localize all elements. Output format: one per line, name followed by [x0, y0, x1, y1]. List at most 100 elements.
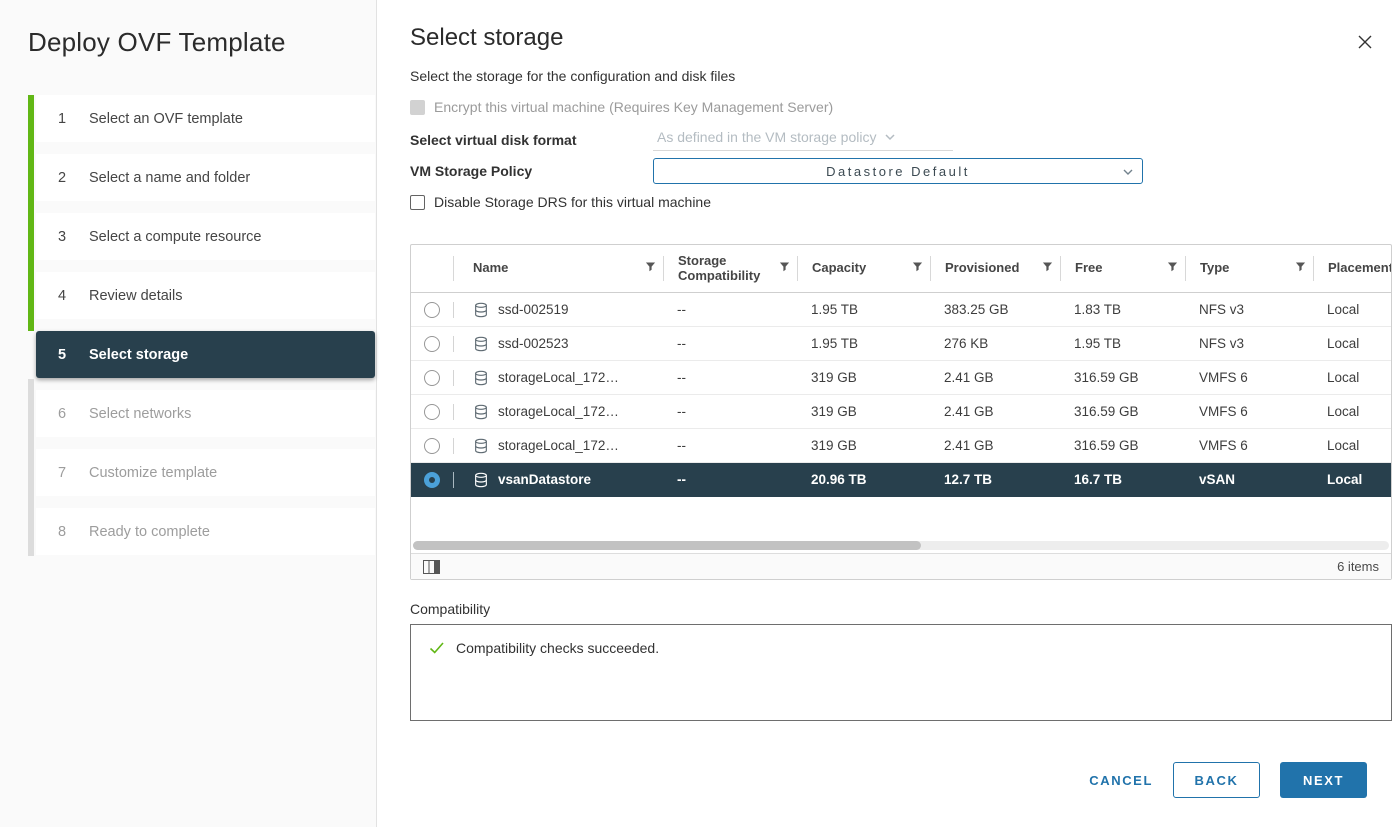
column-header-storage-compatibility[interactable]: Storage Compatibility	[664, 245, 798, 292]
cell-free: 1.95 TB	[1060, 336, 1185, 351]
table-header: Name Storage Compatibility Capacity	[411, 245, 1391, 293]
disk-format-select: As defined in the VM storage policy	[653, 128, 953, 151]
cell-capacity: 1.95 TB	[797, 302, 930, 317]
wizard-step-5-active[interactable]: 5 Select storage	[36, 331, 375, 378]
cell-storage-compatibility: --	[663, 370, 797, 385]
cell-provisioned: 2.41 GB	[930, 438, 1060, 453]
cell-placement: Local	[1313, 370, 1391, 385]
disable-drs-label: Disable Storage DRS for this virtual mac…	[434, 194, 711, 210]
cell-capacity: 1.95 TB	[797, 336, 930, 351]
datastore-radio[interactable]	[424, 404, 440, 420]
cell-capacity: 319 GB	[797, 438, 930, 453]
step-label: Select networks	[89, 406, 191, 422]
datastore-name: storageLocal_172…	[498, 438, 619, 453]
wizard-step-8: 8 Ready to complete	[36, 508, 375, 555]
scrollbar-track[interactable]	[413, 541, 1389, 550]
table-row[interactable]: storageLocal_172… -- 319 GB 2.41 GB 316.…	[411, 361, 1391, 395]
datastore-radio-selected[interactable]	[424, 472, 440, 488]
success-check-icon	[428, 639, 446, 657]
storage-policy-value: Datastore Default	[654, 164, 1142, 179]
datastore-icon	[473, 336, 489, 352]
wizard-step-2[interactable]: 2 Select a name and folder	[36, 154, 375, 201]
datastore-radio[interactable]	[424, 336, 440, 352]
filter-icon[interactable]	[1167, 261, 1178, 276]
cell-type: NFS v3	[1185, 336, 1313, 351]
scrollbar-thumb[interactable]	[413, 541, 921, 550]
datastore-icon	[473, 438, 489, 454]
table-row[interactable]: storageLocal_172… -- 319 GB 2.41 GB 316.…	[411, 429, 1391, 463]
horizontal-scrollbar[interactable]	[411, 538, 1391, 553]
datastore-name: ssd-002523	[498, 336, 569, 351]
page-title: Select storage	[410, 24, 1392, 52]
column-picker-icon[interactable]	[423, 560, 440, 574]
wizard-step-4[interactable]: 4 Review details	[36, 272, 375, 319]
selection-column-header	[411, 245, 454, 292]
next-button[interactable]: NEXT	[1280, 762, 1367, 798]
cell-type: VMFS 6	[1185, 438, 1313, 453]
progress-bar-completed	[28, 95, 34, 331]
compatibility-message: Compatibility checks succeeded.	[456, 640, 659, 656]
step-label: Ready to complete	[89, 524, 210, 540]
wizard-step-6: 6 Select networks	[36, 390, 375, 437]
table-row[interactable]: ssd-002523 -- 1.95 TB 276 KB 1.95 TB NFS…	[411, 327, 1391, 361]
column-header-placement[interactable]: Placement	[1314, 245, 1391, 292]
filter-icon[interactable]	[1042, 261, 1053, 276]
cell-placement: Local	[1313, 302, 1391, 317]
cell-free: 316.59 GB	[1060, 438, 1185, 453]
filter-icon[interactable]	[645, 261, 656, 276]
step-label: Select storage	[89, 347, 188, 363]
column-header-free[interactable]: Free	[1061, 245, 1186, 292]
close-icon[interactable]	[1356, 33, 1374, 51]
datastore-radio[interactable]	[424, 438, 440, 454]
table-row[interactable]: ssd-002519 -- 1.95 TB 383.25 GB 1.83 TB …	[411, 293, 1391, 327]
table-row[interactable]: storageLocal_172… -- 319 GB 2.41 GB 316.…	[411, 395, 1391, 429]
step-number: 1	[58, 111, 76, 127]
step-number: 7	[58, 465, 76, 481]
filter-icon[interactable]	[1295, 261, 1306, 276]
column-header-capacity[interactable]: Capacity	[798, 245, 931, 292]
datastore-radio[interactable]	[424, 370, 440, 386]
storage-policy-row: VM Storage Policy Datastore Default	[410, 158, 1392, 184]
step-label: Customize template	[89, 465, 217, 481]
cell-capacity: 20.96 TB	[797, 472, 930, 487]
wizard-step-1[interactable]: 1 Select an OVF template	[36, 95, 375, 142]
cell-capacity: 319 GB	[797, 404, 930, 419]
items-count: 6 items	[1337, 559, 1379, 574]
datastore-icon	[473, 302, 489, 318]
datastore-icon	[473, 472, 489, 488]
step-content: Select storage Select the storage for th…	[377, 0, 1395, 827]
cell-storage-compatibility: --	[663, 302, 797, 317]
cell-capacity: 319 GB	[797, 370, 930, 385]
step-number: 5	[58, 347, 76, 363]
datastore-name: storageLocal_172…	[498, 404, 619, 419]
encrypt-vm-row: Encrypt this virtual machine (Requires K…	[410, 99, 1392, 115]
cell-provisioned: 2.41 GB	[930, 370, 1060, 385]
step-number: 2	[58, 170, 76, 186]
table-row-selected[interactable]: vsanDatastore -- 20.96 TB 12.7 TB 16.7 T…	[411, 463, 1391, 497]
cell-free: 316.59 GB	[1060, 370, 1185, 385]
cell-placement: Local	[1313, 472, 1391, 487]
filter-icon[interactable]	[912, 261, 923, 276]
encrypt-vm-label: Encrypt this virtual machine (Requires K…	[434, 99, 833, 115]
wizard-sidebar: Deploy OVF Template 1 Select an OVF temp…	[0, 0, 377, 827]
cell-placement: Local	[1313, 336, 1391, 351]
step-number: 8	[58, 524, 76, 540]
filter-icon[interactable]	[779, 261, 790, 276]
step-label: Review details	[89, 288, 183, 304]
column-header-provisioned[interactable]: Provisioned	[931, 245, 1061, 292]
storage-policy-select[interactable]: Datastore Default	[653, 158, 1143, 184]
cell-placement: Local	[1313, 438, 1391, 453]
back-button[interactable]: BACK	[1173, 762, 1260, 798]
disable-drs-checkbox[interactable]	[410, 195, 425, 210]
step-label: Select a compute resource	[89, 229, 261, 245]
disable-drs-row: Disable Storage DRS for this virtual mac…	[410, 194, 1392, 210]
wizard-step-3[interactable]: 3 Select a compute resource	[36, 213, 375, 260]
step-label: Select a name and folder	[89, 170, 250, 186]
datastore-name: vsanDatastore	[498, 472, 591, 487]
column-header-name[interactable]: Name	[454, 245, 664, 292]
cancel-button[interactable]: CANCEL	[1089, 773, 1153, 788]
cell-storage-compatibility: --	[663, 472, 797, 487]
storage-policy-label: VM Storage Policy	[410, 163, 653, 179]
column-header-type[interactable]: Type	[1186, 245, 1314, 292]
datastore-radio[interactable]	[424, 302, 440, 318]
